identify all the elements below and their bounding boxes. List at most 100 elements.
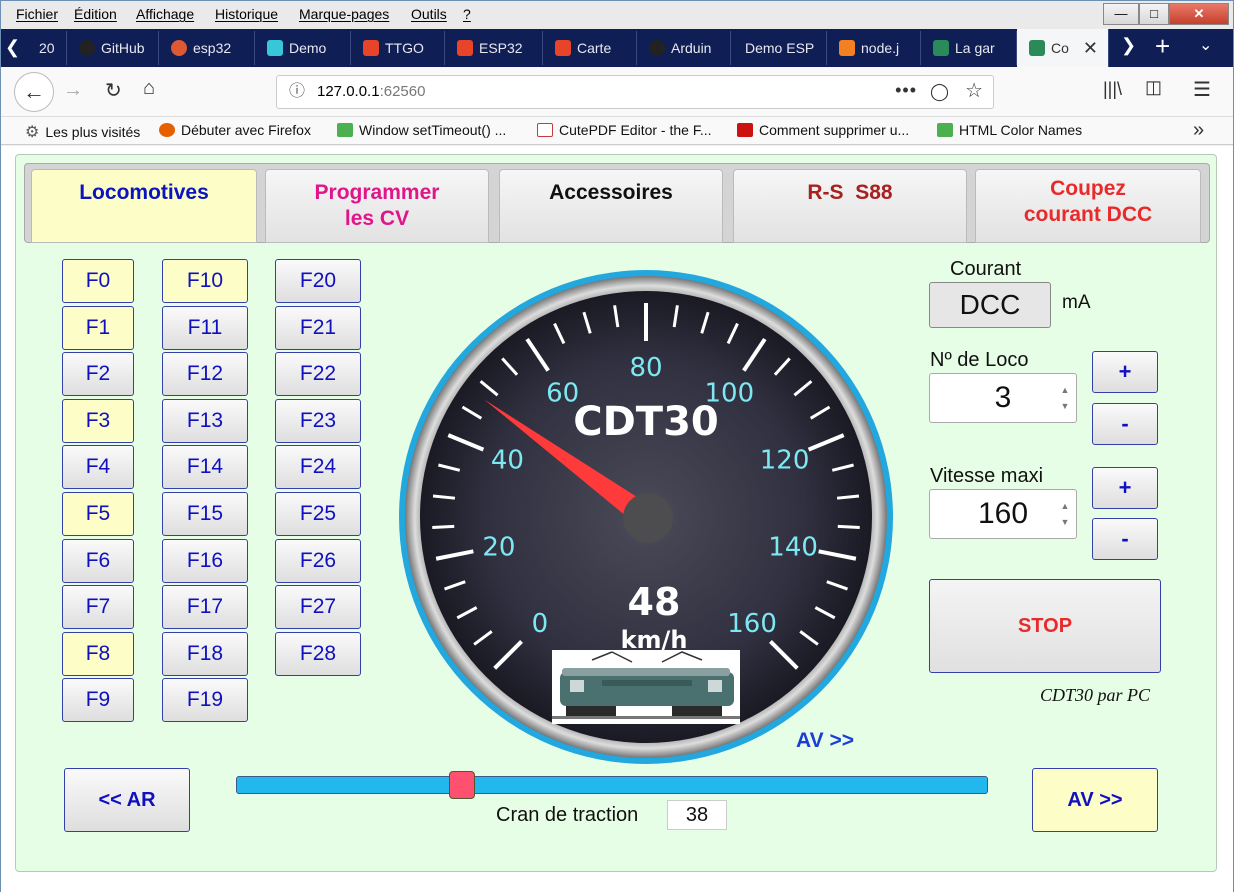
- function-button-f19[interactable]: F19: [162, 678, 248, 723]
- gauge-tick-label: 140: [768, 532, 818, 562]
- home-icon[interactable]: ⌂: [143, 77, 155, 100]
- spin-down-icon[interactable]: ▼: [1058, 400, 1072, 412]
- menu-fichier[interactable]: Fichier: [16, 6, 58, 22]
- function-button-f6[interactable]: F6: [62, 538, 134, 583]
- vitesse-plus-button[interactable]: +: [1092, 467, 1158, 509]
- browser-tab[interactable]: node.j: [827, 31, 921, 65]
- vitesse-max-input[interactable]: 160 ▲ ▼: [929, 489, 1077, 539]
- pocket-icon[interactable]: ◯: [930, 76, 949, 108]
- menu-marque-pages[interactable]: Marque-pages: [299, 6, 389, 22]
- tab-accessoires[interactable]: Accessoires: [499, 169, 723, 243]
- stop-button[interactable]: STOP: [929, 579, 1161, 673]
- courant-label: Courant: [950, 258, 1022, 280]
- function-button-f22[interactable]: F22: [275, 352, 361, 397]
- bookmark-firefox[interactable]: Débuter avec Firefox: [159, 122, 311, 138]
- library-icon[interactable]: |||\: [1103, 79, 1122, 100]
- minimize-icon[interactable]: —: [1103, 3, 1139, 25]
- vitesse-minus-button[interactable]: -: [1092, 518, 1158, 560]
- function-button-f16[interactable]: F16: [162, 538, 248, 583]
- bookmarks-overflow-icon[interactable]: »: [1193, 119, 1204, 142]
- function-button-f25[interactable]: F25: [275, 492, 361, 536]
- browser-tab[interactable]: esp32: [159, 31, 255, 65]
- browser-tab-active[interactable]: Co ✕: [1017, 29, 1109, 67]
- function-button-f15[interactable]: F15: [162, 492, 248, 536]
- back-icon[interactable]: ←: [14, 72, 54, 112]
- loco-plus-button[interactable]: +: [1092, 351, 1158, 393]
- bookmark-html-colors[interactable]: HTML Color Names: [937, 122, 1082, 138]
- tab-locomotives[interactable]: Locomotives: [31, 169, 257, 243]
- menu-outils[interactable]: Outils: [411, 6, 447, 22]
- function-button-f23[interactable]: F23: [275, 398, 361, 443]
- tab-rs-s88[interactable]: R-S S88: [733, 169, 967, 243]
- function-button-f7[interactable]: F7: [62, 585, 134, 630]
- function-button-f21[interactable]: F21: [275, 305, 361, 350]
- traction-slider-track[interactable]: [236, 776, 988, 794]
- bookmark-star-icon[interactable]: ☆: [965, 75, 983, 107]
- tab-programmer-cv[interactable]: Programmer les CV: [265, 169, 489, 243]
- loco-number-input[interactable]: 3 ▲ ▼: [929, 373, 1077, 423]
- function-button-f3[interactable]: F3: [62, 398, 134, 443]
- menu-help[interactable]: ?: [463, 6, 471, 22]
- browser-tab[interactable]: Carte: [543, 31, 637, 65]
- reverse-button[interactable]: << AR: [64, 768, 190, 832]
- function-button-f2[interactable]: F2: [62, 352, 134, 397]
- traction-slider-thumb[interactable]: [448, 771, 475, 799]
- new-tab-icon[interactable]: +: [1155, 31, 1170, 62]
- menu-edition[interactable]: Édition: [74, 6, 117, 22]
- browser-tab[interactable]: La gar: [921, 31, 1017, 65]
- loco-minus-button[interactable]: -: [1092, 403, 1158, 445]
- bookmark-most-visited[interactable]: ⚙ Les plus visités: [25, 122, 140, 142]
- url-bar[interactable]: ⓘ 127.0.0.1:62560 ••• ◯ ☆: [276, 75, 994, 109]
- function-button-f27[interactable]: F27: [275, 585, 361, 630]
- browser-tab[interactable]: Demo: [255, 31, 351, 65]
- tab-list-icon[interactable]: ⌄: [1199, 35, 1212, 55]
- browser-tab[interactable]: ESP32: [445, 31, 543, 65]
- browser-tab[interactable]: GitHub: [67, 31, 159, 65]
- maximize-icon[interactable]: □: [1139, 3, 1169, 25]
- forward-button[interactable]: AV >>: [1032, 768, 1158, 832]
- bookmark-label: Débuter avec Firefox: [181, 122, 311, 138]
- function-button-f17[interactable]: F17: [162, 585, 248, 630]
- spin-up-icon[interactable]: ▲: [1058, 500, 1072, 512]
- function-button-f9[interactable]: F9: [62, 678, 134, 723]
- function-button-f12[interactable]: F12: [162, 352, 248, 397]
- function-button-f14[interactable]: F14: [162, 445, 248, 490]
- spin-up-icon[interactable]: ▲: [1058, 384, 1072, 396]
- function-button-f0[interactable]: F0: [62, 259, 134, 303]
- tabs-scroll-left-icon[interactable]: ❮: [5, 37, 20, 58]
- page-actions-icon[interactable]: •••: [895, 74, 917, 106]
- tabs-scroll-right-icon[interactable]: ❯: [1121, 35, 1136, 56]
- aliexpress-icon: [457, 40, 473, 56]
- bookmark-cutepdf[interactable]: CutePDF Editor - the F...: [537, 122, 712, 138]
- menu-affichage[interactable]: Affichage: [136, 6, 194, 22]
- function-button-f26[interactable]: F26: [275, 538, 361, 583]
- hamburger-menu-icon[interactable]: ☰: [1193, 77, 1211, 102]
- function-button-f10[interactable]: F10: [162, 259, 248, 303]
- function-button-f13[interactable]: F13: [162, 398, 248, 443]
- bookmark-settimeout[interactable]: Window setTimeout() ...: [337, 122, 506, 138]
- function-button-f1[interactable]: F1: [62, 305, 134, 350]
- close-tab-icon[interactable]: ✕: [1083, 29, 1098, 67]
- forward-icon[interactable]: →: [63, 79, 83, 102]
- sidebar-icon[interactable]: ◫: [1145, 77, 1162, 98]
- function-button-f24[interactable]: F24: [275, 445, 361, 490]
- function-button-f5[interactable]: F5: [62, 492, 134, 536]
- spin-down-icon[interactable]: ▼: [1058, 516, 1072, 528]
- browser-tab[interactable]: 20: [27, 31, 67, 65]
- reload-icon[interactable]: ↻: [105, 78, 122, 103]
- browser-tab[interactable]: TTGO: [351, 31, 445, 65]
- function-button-f8[interactable]: F8: [62, 631, 134, 676]
- function-button-f28[interactable]: F28: [275, 631, 361, 676]
- tab-coupez-courant[interactable]: Coupez courant DCC: [975, 169, 1201, 243]
- close-window-icon[interactable]: ✕: [1169, 3, 1229, 25]
- function-button-f18[interactable]: F18: [162, 631, 248, 676]
- function-button-f4[interactable]: F4: [62, 445, 134, 490]
- function-button-f20[interactable]: F20: [275, 259, 361, 303]
- bookmark-comment-supprimer[interactable]: Comment supprimer u...: [737, 122, 909, 138]
- browser-tab[interactable]: Arduin: [637, 31, 731, 65]
- menu-historique[interactable]: Historique: [215, 6, 278, 22]
- info-icon[interactable]: ⓘ: [289, 76, 305, 108]
- tab-label: ESP32: [479, 40, 523, 56]
- browser-tab[interactable]: Demo ESP: [731, 31, 827, 65]
- function-button-f11[interactable]: F11: [162, 305, 248, 350]
